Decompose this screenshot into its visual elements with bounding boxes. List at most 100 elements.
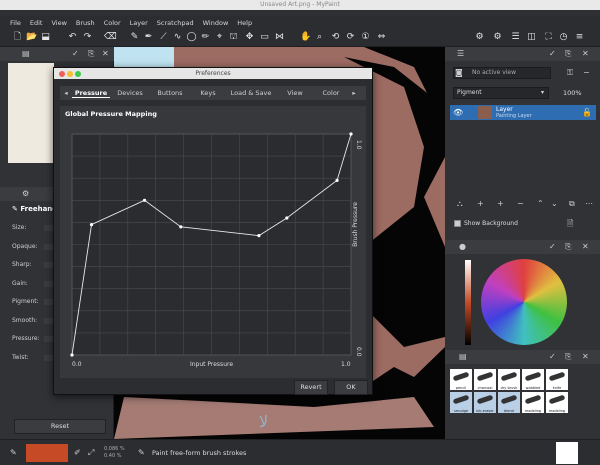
rotate-tool-icon[interactable]: ⟲ (330, 32, 341, 43)
detach-icon[interactable]: ⎘ (565, 352, 571, 362)
show-background-checkbox[interactable] (454, 220, 461, 227)
tab-devices[interactable]: Devices (110, 89, 150, 97)
tab-keys[interactable]: Keys (190, 89, 226, 97)
save-icon[interactable]: ⬓ (40, 32, 51, 43)
maximize-window-button[interactable] (75, 71, 81, 77)
control-point[interactable] (89, 223, 94, 227)
add-layer-alt-icon[interactable]: + (497, 199, 504, 209)
tab-buttons[interactable]: Buttons (150, 89, 190, 97)
move-layer-icon[interactable]: ✥ (244, 32, 255, 43)
remove-layer-icon[interactable]: − (517, 199, 524, 209)
view-select[interactable]: No active view (453, 67, 551, 79)
close-icon[interactable]: ✕ (102, 49, 109, 59)
menu-layer[interactable]: Layer (130, 19, 148, 27)
reset-button[interactable]: Reset (14, 419, 106, 434)
pan-tool-icon[interactable]: ✋ (300, 32, 311, 43)
menu-scratchpad[interactable]: Scratchpad (157, 19, 194, 27)
mirror-icon[interactable]: ⇔ (376, 32, 387, 43)
picker-tool-icon[interactable]: ⌖ (214, 32, 225, 43)
rotate-reset-icon[interactable]: ⟳ (345, 32, 356, 43)
pin-icon[interactable]: ✓ (549, 352, 556, 362)
scratchpad-icon[interactable]: ▤ (22, 49, 30, 59)
detach-icon[interactable]: ⎘ (565, 49, 571, 59)
ok-button[interactable]: OK (334, 380, 368, 395)
visibility-icon[interactable]: 👁 (453, 108, 463, 118)
control-point[interactable] (70, 353, 74, 357)
brush-item[interactable]: wobbled (522, 369, 544, 390)
fullscreen-icon[interactable]: ⛶ (543, 32, 554, 43)
open-icon[interactable]: 📂 (26, 32, 37, 43)
control-point[interactable] (285, 216, 289, 220)
zoom-reset-icon[interactable]: ① (360, 32, 371, 43)
brush-editor-icon[interactable]: ⚙ (22, 189, 29, 199)
control-point[interactable] (335, 178, 339, 183)
lock-icon[interactable]: 🔓 (582, 108, 592, 118)
history-icon[interactable]: ⤢ (88, 448, 94, 458)
color-wheel-tab-icon[interactable]: ● (459, 242, 466, 252)
brush-settings-icon[interactable]: ⚙ (474, 32, 485, 43)
menu-brush[interactable]: Brush (76, 19, 95, 27)
detach-icon[interactable]: ⎘ (565, 242, 571, 252)
menu-file[interactable]: File (10, 19, 21, 27)
layers-tab-icon[interactable]: ☰ (457, 49, 464, 59)
brush-item[interactable]: modeling (546, 392, 568, 413)
symmetry-tool-icon[interactable]: ⋈ (274, 32, 285, 43)
scratchpad-paper[interactable] (8, 63, 54, 163)
duplicate-layer-icon[interactable]: ⧉ (569, 199, 575, 209)
layer-group-icon[interactable]: ⛬ (457, 199, 463, 209)
control-point[interactable] (179, 225, 183, 229)
layer-menu-icon[interactable]: ⋯ (585, 199, 593, 209)
pen-tool-icon[interactable]: ✏ (200, 32, 211, 43)
revert-button[interactable]: Revert (294, 380, 328, 395)
ink-tool-icon[interactable]: ✒ (143, 32, 154, 43)
pin-icon[interactable]: ✓ (72, 49, 79, 59)
brush-item[interactable]: dry brush (498, 369, 520, 390)
pressure-mapping-chart[interactable]: 0.0 1.0 Input Pressure 1.0 0.0 Brush Pressure (60, 114, 366, 378)
fill-tool-icon[interactable]: ⛫ (228, 32, 239, 43)
layer-opacity[interactable]: 100% (563, 89, 582, 97)
eraser-icon[interactable]: ⌫ (104, 32, 117, 43)
pin-icon[interactable]: ✓ (549, 242, 556, 252)
tab-scroll-right-icon[interactable]: ▸ (348, 89, 360, 97)
close-window-button[interactable] (59, 71, 65, 77)
menu-edit[interactable]: Edit (30, 19, 43, 27)
pressure-settings-icon[interactable]: ⚙ (492, 32, 503, 43)
brush-item[interactable]: pencil (450, 369, 472, 390)
color-wheel-icon[interactable]: ◫ (526, 32, 537, 43)
control-point[interactable] (349, 132, 353, 136)
minimize-window-button[interactable] (67, 71, 73, 77)
menu-window[interactable]: Window (203, 19, 229, 27)
lock-view-icon[interactable]: ⚿ (567, 68, 573, 78)
menu-color[interactable]: Color (104, 19, 121, 27)
remove-view-icon[interactable]: − (583, 68, 590, 78)
tab-color[interactable]: Color (314, 89, 348, 97)
brushes-tab-icon[interactable]: ▤ (459, 352, 467, 362)
color-picker-icon[interactable]: ✐ (74, 448, 81, 458)
close-icon[interactable]: ✕ (582, 352, 589, 362)
control-point[interactable] (142, 198, 147, 202)
brush-item[interactable]: ink-eraser (474, 392, 496, 413)
history-icon[interactable]: ◷ (558, 32, 569, 43)
layer-properties-icon[interactable]: 🗎 (567, 219, 573, 229)
layer-mode-select[interactable]: Pigment ▾ (453, 87, 549, 99)
zoom-tool-icon[interactable]: ⌕ (314, 32, 325, 43)
value-slider[interactable] (465, 260, 471, 345)
layer-down-icon[interactable]: ⌄ (551, 199, 558, 209)
undo-icon[interactable]: ↶ (67, 32, 78, 43)
ellipse-tool-icon[interactable]: ◯ (186, 32, 197, 43)
tab-scroll-left-icon[interactable]: ◂ (60, 89, 72, 97)
close-icon[interactable]: ✕ (582, 242, 589, 252)
line-tool-icon[interactable]: ⟋ (158, 32, 169, 43)
layer-up-icon[interactable]: ⌃ (537, 199, 544, 209)
layer-row[interactable]: 👁 Layer Painting Layer 🔓 (450, 105, 596, 120)
brush-tool-icon[interactable]: ✎ (129, 32, 140, 43)
curve-tool-icon[interactable]: ∿ (172, 32, 183, 43)
brush-item[interactable]: charcoal (474, 369, 496, 390)
new-document-icon[interactable]: 🗋 (12, 32, 23, 43)
menu-view[interactable]: View (51, 19, 66, 27)
tab-load-save[interactable]: Load & Save (226, 89, 276, 97)
control-point[interactable] (257, 234, 261, 238)
layers-icon[interactable]: ☰ (510, 32, 521, 43)
brush-item[interactable]: modeling (522, 392, 544, 413)
pin-icon[interactable]: ✓ (549, 49, 556, 59)
